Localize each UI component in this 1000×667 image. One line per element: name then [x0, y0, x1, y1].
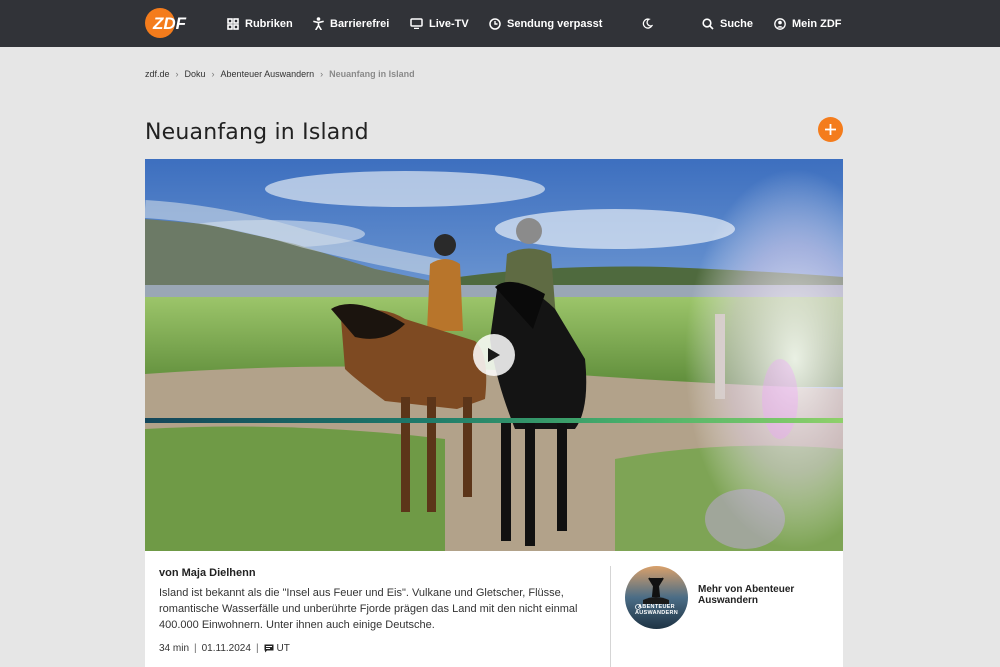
author: von Maja Dielhenn [159, 567, 256, 579]
play-icon [488, 348, 500, 362]
grid-icon [227, 17, 239, 30]
video-info-panel: von Maja Dielhenn Island ist bekannt als… [145, 551, 843, 667]
search-icon [702, 17, 714, 30]
breadcrumb-series[interactable]: Abenteuer Auswandern [221, 69, 315, 79]
nav-live-tv[interactable]: Live-TV [410, 0, 469, 47]
nav-barrierefrei[interactable]: Barrierefrei [313, 0, 389, 47]
nav-barrierefrei-label: Barrierefrei [330, 17, 390, 30]
logo-text: ZDF [152, 14, 187, 33]
user-icon [774, 17, 786, 30]
search-label: Suche [720, 17, 754, 30]
subtitles-icon [264, 644, 274, 653]
tv-icon [410, 18, 423, 29]
clock-icon [489, 17, 501, 30]
nav-rubriken[interactable]: Rubriken [227, 0, 293, 47]
add-to-list-button[interactable] [818, 117, 843, 142]
chevron-right-icon: › [175, 69, 179, 79]
meta-separator: | [194, 643, 197, 654]
play-button[interactable] [473, 334, 515, 376]
account-button[interactable]: Mein ZDF [774, 0, 842, 47]
breadcrumb: zdf.de › Doku › Abenteuer Auswandern › N… [145, 69, 415, 79]
duration: 34 min [159, 643, 190, 654]
nav-live-tv-label: Live-TV [429, 17, 469, 30]
nav-sendung-verpasst-label: Sendung verpasst [507, 17, 603, 30]
breadcrumb-home[interactable]: zdf.de [145, 69, 170, 79]
series-logo-text: ABENTEUER AUSWANDERN [634, 604, 679, 616]
nav-rubriken-label: Rubriken [245, 17, 293, 30]
subtitles-label: UT [276, 643, 290, 654]
page-title: Neuanfang in Island [145, 120, 369, 145]
video-player[interactable] [145, 159, 843, 551]
video-meta: 34 min | 01.11.2024 | UT [159, 643, 290, 654]
theme-toggle[interactable] [642, 0, 659, 47]
accessibility-icon [313, 17, 324, 30]
breadcrumb-current: Neuanfang in Island [329, 69, 415, 79]
moon-icon [642, 18, 653, 29]
zdf-logo[interactable]: ZDF [144, 7, 196, 39]
plus-icon [825, 124, 836, 135]
divider [610, 566, 611, 667]
account-label: Mein ZDF [792, 17, 842, 30]
nav-sendung-verpasst[interactable]: Sendung verpasst [489, 0, 602, 47]
video-description: Island ist bekannt als die "Insel aus Fe… [159, 587, 578, 631]
top-navigation: ZDF Rubriken Barrierefrei Live-TV Sendun… [0, 0, 1000, 47]
meta-separator: | [255, 643, 259, 654]
chevron-right-icon: › [211, 69, 215, 79]
air-date: 01.11.2024 [201, 643, 251, 654]
more-from-series-link[interactable]: Mehr von Abenteuer Auswandern [698, 584, 838, 606]
chevron-right-icon: › [320, 69, 324, 79]
series-logo[interactable]: ABENTEUER AUSWANDERN [625, 566, 688, 629]
search-button[interactable]: Suche [702, 0, 753, 47]
video-progress-bar[interactable] [145, 418, 843, 423]
breadcrumb-doku[interactable]: Doku [185, 69, 206, 79]
